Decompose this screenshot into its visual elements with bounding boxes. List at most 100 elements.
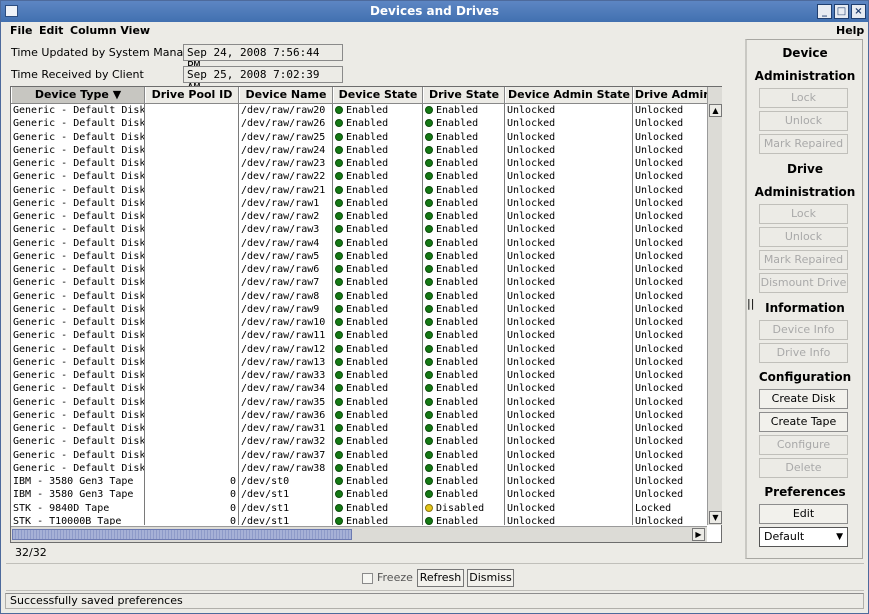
dismiss-button[interactable]: Dismiss bbox=[467, 569, 514, 587]
menu-edit[interactable]: Edit bbox=[39, 24, 63, 37]
table-row[interactable]: Generic - Default Disk/dev/raw/raw9 Enabl… bbox=[11, 302, 707, 316]
device-info-button[interactable]: Device Info bbox=[759, 320, 848, 340]
horizontal-scrollbar[interactable]: ▶ bbox=[11, 526, 707, 542]
cell-text: Unlocked bbox=[507, 370, 556, 381]
scroll-up-icon[interactable]: ▲ bbox=[709, 104, 722, 117]
status-enabled-icon bbox=[335, 503, 343, 512]
menu-file[interactable]: File bbox=[10, 24, 33, 37]
table-row[interactable]: Generic - Default Disk/dev/raw/raw36 Enab… bbox=[11, 408, 707, 422]
table-row[interactable]: Generic - Default Disk/dev/raw/raw7 Enabl… bbox=[11, 276, 707, 290]
cell-device-state: Enabled bbox=[333, 395, 423, 409]
table-row[interactable]: Generic - Default Disk/dev/raw/raw23 Enab… bbox=[11, 157, 707, 171]
cell-text: Unlocked bbox=[635, 158, 684, 169]
table-row[interactable]: STK - T10000B Tape 0/dev/st1 Enabled Enable… bbox=[11, 514, 707, 525]
cell-drive-admin: Unlocked bbox=[633, 144, 707, 157]
column-header-drive-state[interactable]: Drive State bbox=[423, 87, 505, 103]
table-row[interactable]: Generic - Default Disk/dev/raw/raw6 Enabl… bbox=[11, 263, 707, 277]
table-row[interactable]: Generic - Default Disk/dev/raw/raw25 Enab… bbox=[11, 130, 707, 144]
table-row[interactable]: Generic - Default Disk/dev/raw/raw10 Enab… bbox=[11, 316, 707, 330]
dismount-drive-button[interactable]: Dismount Drive bbox=[759, 273, 848, 293]
drive-unlock-button[interactable]: Unlock bbox=[759, 227, 848, 247]
table-row[interactable]: Generic - Default Disk/dev/raw/raw32 Enab… bbox=[11, 435, 707, 449]
cell-device-state: Enabled bbox=[333, 435, 423, 449]
table-row[interactable]: Generic - Default Disk/dev/raw/raw20 Enab… bbox=[11, 104, 707, 118]
column-header-device-state[interactable]: Device State bbox=[333, 87, 423, 103]
cell-device-state: Enabled bbox=[333, 117, 423, 131]
column-header-device-admin-state[interactable]: Device Admin State bbox=[505, 87, 633, 103]
edit-preferences-button[interactable]: Edit bbox=[759, 504, 848, 524]
drive-info-button[interactable]: Drive Info bbox=[759, 343, 848, 363]
table-row[interactable]: Generic - Default Disk/dev/raw/raw21 Enab… bbox=[11, 183, 707, 197]
cell-device-name: /dev/raw/raw38 bbox=[239, 461, 333, 475]
table-row[interactable]: Generic - Default Disk/dev/raw/raw8 Enabl… bbox=[11, 289, 707, 303]
table-row[interactable]: Generic - Default Disk/dev/raw/raw11 Enab… bbox=[11, 329, 707, 343]
maximize-icon[interactable]: □ bbox=[834, 4, 849, 19]
column-header-device-name[interactable]: Device Name bbox=[239, 87, 333, 103]
create-tape-button[interactable]: Create Tape bbox=[759, 412, 848, 432]
status-enabled-icon bbox=[335, 477, 343, 485]
cell-text: Unlocked bbox=[507, 303, 556, 315]
preferences-heading: Preferences bbox=[764, 485, 846, 499]
menu-column-view[interactable]: Column View bbox=[70, 24, 150, 37]
cell-text: Enabled bbox=[436, 356, 479, 368]
table-row[interactable]: Generic - Default Disk/dev/raw/raw3 Enabl… bbox=[11, 223, 707, 237]
minimize-icon[interactable]: _ bbox=[817, 4, 832, 19]
cell-drive-admin: Unlocked bbox=[633, 409, 707, 422]
table-row[interactable]: Generic - Default Disk/dev/raw/raw34 Enab… bbox=[11, 382, 707, 396]
close-icon[interactable]: × bbox=[851, 4, 866, 19]
title-bar[interactable]: Devices and Drives _ □ × bbox=[1, 1, 868, 22]
delete-button[interactable]: Delete bbox=[759, 458, 848, 478]
cell-text: Generic - Default Disk bbox=[13, 250, 145, 262]
refresh-button[interactable]: Refresh bbox=[417, 569, 464, 587]
cell-drive-pool-id: 0 bbox=[145, 488, 239, 502]
table-row[interactable]: IBM - 3580 Gen3 Tape 0/dev/st0 Enabled Enab… bbox=[11, 475, 707, 489]
column-header-drive-admin[interactable]: Drive Admin bbox=[633, 87, 707, 103]
cell-text: Unlocked bbox=[635, 303, 684, 315]
table-row[interactable]: Generic - Default Disk/dev/raw/raw35 Enab… bbox=[11, 395, 707, 409]
table-row[interactable]: Generic - Default Disk/dev/raw/raw1 Enabl… bbox=[11, 196, 707, 210]
cell-text: Unlocked bbox=[635, 237, 684, 249]
vertical-scrollbar[interactable]: ▲ ▼ bbox=[707, 87, 722, 525]
table-row[interactable]: Generic - Default Disk/dev/raw/raw33 Enab… bbox=[11, 369, 707, 383]
cell-drive-admin: Unlocked bbox=[633, 356, 707, 369]
table-row[interactable]: Generic - Default Disk/dev/raw/raw12 Enab… bbox=[11, 342, 707, 356]
table-row[interactable]: Generic - Default Disk/dev/raw/raw31 Enab… bbox=[11, 422, 707, 436]
status-enabled-icon bbox=[425, 424, 433, 432]
device-unlock-button[interactable]: Unlock bbox=[759, 111, 848, 131]
split-divider[interactable]: || bbox=[725, 39, 754, 559]
drive-lock-button[interactable]: Lock bbox=[759, 204, 848, 224]
table-row[interactable]: Generic - Default Disk/dev/raw/raw22 Enab… bbox=[11, 170, 707, 184]
table-row[interactable]: STK - 9840D Tape 0/dev/st1 Enabled Disabled… bbox=[11, 501, 707, 515]
drive-mark-repaired-button[interactable]: Mark Repaired bbox=[759, 250, 848, 270]
table-row[interactable]: Generic - Default Disk/dev/raw/raw24 Enab… bbox=[11, 143, 707, 157]
cell-device-state: Enabled bbox=[333, 170, 423, 184]
freeze-checkbox[interactable] bbox=[362, 573, 373, 584]
cell-text: Enabled bbox=[346, 396, 389, 408]
table-row[interactable]: Generic - Default Disk/dev/raw/raw5 Enabl… bbox=[11, 249, 707, 263]
cell-device-type: Generic - Default Disk bbox=[11, 316, 145, 330]
cell-text: Enabled bbox=[346, 423, 389, 434]
menu-help[interactable]: Help bbox=[836, 24, 864, 37]
cell-drive-pool-id: 0 bbox=[145, 475, 239, 489]
preferences-select[interactable]: Default ▼ bbox=[759, 527, 848, 547]
table-row[interactable]: IBM - 3580 Gen3 Tape 0/dev/st1 Enabled Enab… bbox=[11, 488, 707, 502]
column-header-device-type[interactable]: Device Type ▼ bbox=[11, 87, 145, 103]
status-enabled-icon bbox=[335, 225, 343, 234]
create-disk-button[interactable]: Create Disk bbox=[759, 389, 848, 409]
device-lock-button[interactable]: Lock bbox=[759, 88, 848, 108]
table-row[interactable]: Generic - Default Disk/dev/raw/raw2 Enabl… bbox=[11, 210, 707, 224]
table-row[interactable]: Generic - Default Disk/dev/raw/raw37 Enab… bbox=[11, 448, 707, 462]
table-row[interactable]: Generic - Default Disk/dev/raw/raw38 Enab… bbox=[11, 461, 707, 475]
horizontal-scroll-thumb[interactable] bbox=[12, 529, 352, 540]
table-row[interactable]: Generic - Default Disk/dev/raw/raw13 Enab… bbox=[11, 355, 707, 369]
table-row[interactable]: Generic - Default Disk/dev/raw/raw26 Enab… bbox=[11, 117, 707, 131]
cell-text: Enabled bbox=[436, 290, 479, 302]
device-mark-repaired-button[interactable]: Mark Repaired bbox=[759, 134, 848, 154]
cell-device-type: IBM - 3580 Gen3 Tape bbox=[11, 488, 145, 502]
scroll-right-icon[interactable]: ▶ bbox=[692, 528, 705, 541]
scroll-down-icon[interactable]: ▼ bbox=[709, 511, 722, 524]
configure-button[interactable]: Configure bbox=[759, 435, 848, 455]
table-row[interactable]: Generic - Default Disk/dev/raw/raw4 Enabl… bbox=[11, 236, 707, 250]
cell-drive-state: Enabled bbox=[423, 448, 505, 462]
column-header-drive-pool-id[interactable]: Drive Pool ID bbox=[145, 87, 239, 103]
